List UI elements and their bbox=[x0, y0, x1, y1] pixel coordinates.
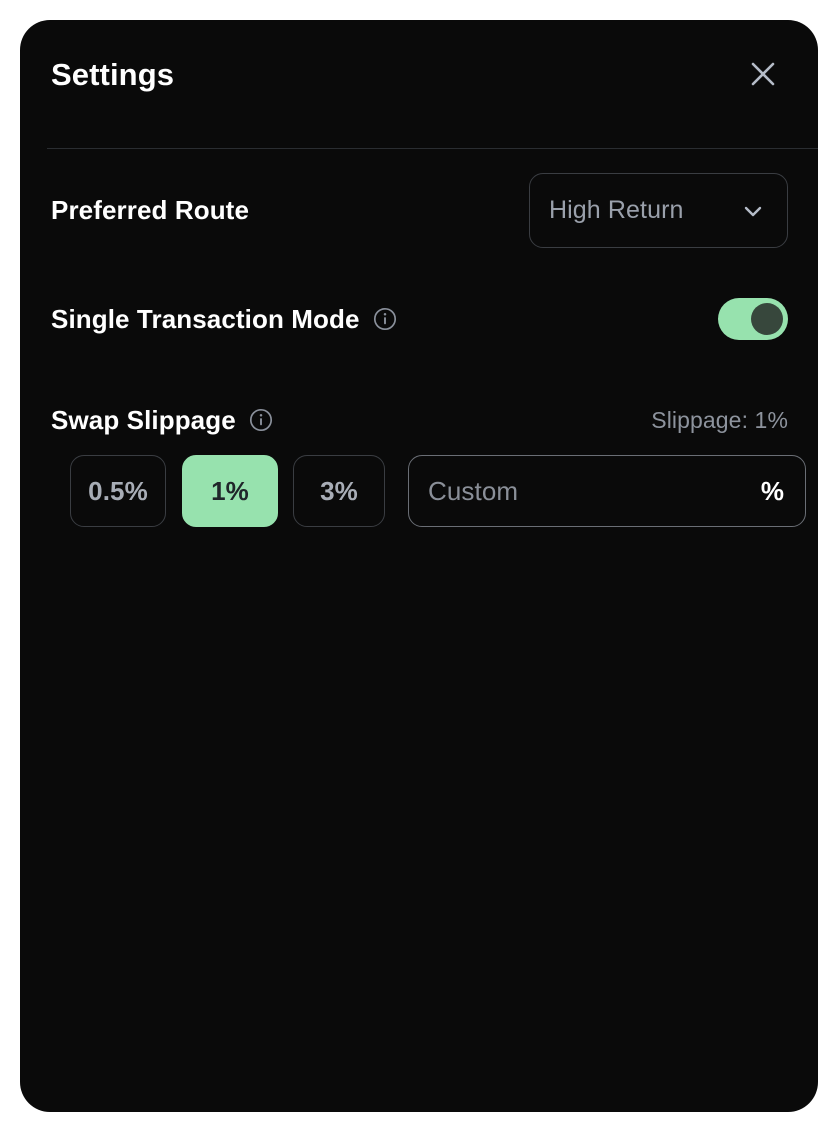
percent-suffix: % bbox=[760, 475, 784, 506]
slippage-option-1[interactable]: 1% bbox=[181, 455, 278, 527]
single-transaction-mode-row: Single Transaction Mode bbox=[20, 290, 818, 348]
slippage-readout: Slippage: 1% bbox=[651, 406, 788, 433]
single-transaction-mode-label-group: Single Transaction Mode bbox=[51, 304, 397, 335]
toggle-knob bbox=[751, 303, 783, 335]
slippage-controls: 0.5% 1% 3% % bbox=[70, 455, 806, 527]
single-transaction-mode-toggle[interactable] bbox=[718, 298, 788, 340]
custom-slippage-input[interactable] bbox=[428, 475, 751, 507]
custom-slippage-field[interactable]: % bbox=[408, 455, 806, 527]
header-divider bbox=[47, 148, 818, 149]
preferred-route-select[interactable]: High Return bbox=[529, 173, 788, 248]
preferred-route-value: High Return bbox=[549, 196, 684, 224]
swap-slippage-label-group: Swap Slippage bbox=[51, 405, 273, 436]
slippage-option-2[interactable]: 3% bbox=[292, 455, 385, 527]
preferred-route-label: Preferred Route bbox=[51, 195, 249, 225]
swap-slippage-label: Swap Slippage bbox=[51, 404, 236, 435]
close-icon bbox=[751, 62, 775, 86]
close-button[interactable] bbox=[742, 53, 784, 95]
chevron-down-icon bbox=[744, 206, 762, 216]
slippage-option-0[interactable]: 0.5% bbox=[70, 455, 166, 527]
panel-header: Settings bbox=[20, 20, 818, 128]
preferred-route-row: Preferred Route High Return bbox=[20, 173, 818, 248]
settings-panel: Settings Preferred Route High Return Sin… bbox=[20, 20, 818, 1112]
info-icon[interactable] bbox=[373, 307, 397, 331]
info-icon[interactable] bbox=[249, 408, 273, 432]
page-title: Settings bbox=[51, 56, 175, 92]
swap-slippage-row: Swap Slippage Slippage: 1% bbox=[20, 398, 818, 442]
single-transaction-mode-label: Single Transaction Mode bbox=[51, 303, 360, 334]
